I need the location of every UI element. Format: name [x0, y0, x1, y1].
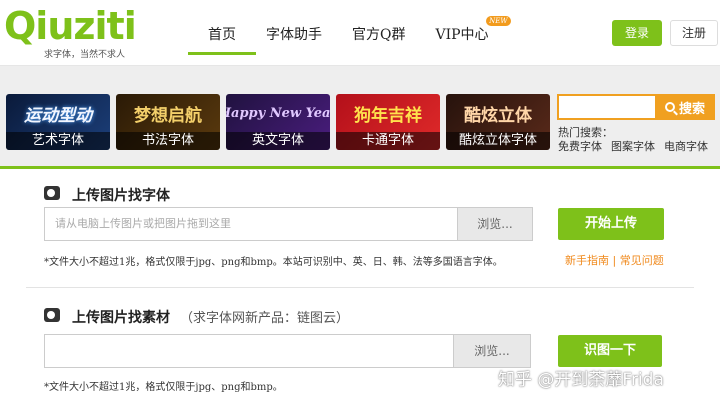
category-art-banner: 运动型动 — [24, 105, 92, 126]
login-button[interactable]: 登录 — [612, 20, 662, 46]
search-button-label: 搜索 — [678, 101, 705, 117]
category-art-banner: 狗年吉祥 — [354, 105, 422, 126]
nav-home[interactable]: 首页 — [188, 18, 256, 55]
upload-font-note: *文件大小不超过1兆，格式仅限于jpg、png和bmp。本站可识别中、英、日、韩… — [44, 257, 503, 268]
upload-material-dropzone[interactable] — [44, 334, 454, 368]
logo-slogan: 求字体，当然不求人 — [44, 50, 126, 60]
upload-material-browse-button[interactable]: 浏览... — [453, 334, 531, 368]
zhihu-watermark: 知乎 @开到荼蘼Frida — [498, 370, 664, 390]
nav-official-qq-group[interactable]: 官方Q群 — [352, 18, 405, 55]
help-separator: | — [612, 254, 617, 267]
image-search-icon — [44, 308, 60, 322]
register-button[interactable]: 注册 — [670, 20, 718, 46]
section-divider — [26, 287, 694, 288]
category-3d-fonts[interactable]: 酷炫立体 酷炫立体字体 — [446, 94, 550, 150]
category-label: 酷炫立体字体 — [446, 132, 550, 150]
site-header: Qiuziti 求字体，当然不求人 首页 字体助手 官方Q群 VIP中心 NEW… — [0, 0, 720, 66]
new-badge: NEW — [486, 16, 511, 26]
identify-image-button[interactable]: 识图一下 — [558, 335, 662, 367]
nav-vip-center[interactable]: VIP中心 NEW — [435, 16, 511, 55]
hot-link-ecommerce-fonts[interactable]: 电商字体 — [664, 138, 708, 154]
category-label: 艺术字体 — [6, 132, 110, 150]
category-art-banner: 梦想启航 — [134, 105, 202, 126]
faq-link[interactable]: 常见问题 — [620, 254, 664, 267]
category-label: 英文字体 — [226, 132, 330, 150]
help-links: 新手指南 | 常见问题 — [565, 252, 664, 268]
search-icon — [664, 102, 675, 112]
search-input[interactable] — [557, 94, 657, 120]
category-art-fonts[interactable]: 运动型动 艺术字体 — [6, 94, 110, 150]
category-label: 书法字体 — [116, 132, 220, 150]
category-calligraphy-fonts[interactable]: 梦想启航 书法字体 — [116, 94, 220, 150]
upload-font-title: 上传图片找字体 — [72, 188, 170, 204]
upload-font-dropzone[interactable]: 请从电脑上传图片或把图片拖到这里 — [44, 207, 458, 241]
site-logo[interactable]: Qiuziti 求字体，当然不求人 — [4, 4, 154, 62]
category-english-fonts[interactable]: Happy New Year 英文字体 — [226, 94, 330, 150]
main-nav: 首页 字体助手 官方Q群 VIP中心 NEW — [188, 16, 519, 55]
nav-font-assistant[interactable]: 字体助手 — [266, 18, 322, 55]
category-cartoon-fonts[interactable]: 狗年吉祥 卡通字体 — [336, 94, 440, 150]
green-divider — [0, 166, 720, 169]
beginner-guide-link[interactable]: 新手指南 — [565, 254, 609, 267]
hot-search-links: 免费字体 图案字体 电商字体 — [558, 138, 717, 154]
upload-font-browse-button[interactable]: 浏览... — [457, 207, 533, 241]
category-art-banner: 酷炫立体 — [464, 105, 532, 126]
upload-material-note: *文件大小不超过1兆，格式仅限于jpg、png和bmp。 — [44, 382, 283, 393]
upload-material-title: 上传图片找素材 — [72, 310, 170, 326]
start-upload-button[interactable]: 开始上传 — [558, 208, 664, 240]
font-search-icon — [44, 186, 60, 200]
hot-link-free-fonts[interactable]: 免费字体 — [558, 138, 602, 154]
category-art-banner: Happy New Year — [226, 105, 330, 121]
category-label: 卡通字体 — [336, 132, 440, 150]
hot-link-pattern-fonts[interactable]: 图案字体 — [611, 138, 655, 154]
nav-vip-label: VIP中心 — [435, 27, 489, 43]
logo-wordmark: Qiuziti — [4, 4, 137, 48]
search-button[interactable]: 搜索 — [655, 94, 715, 120]
upload-material-subtitle: （求字体网新产品：链图云） — [180, 311, 350, 326]
